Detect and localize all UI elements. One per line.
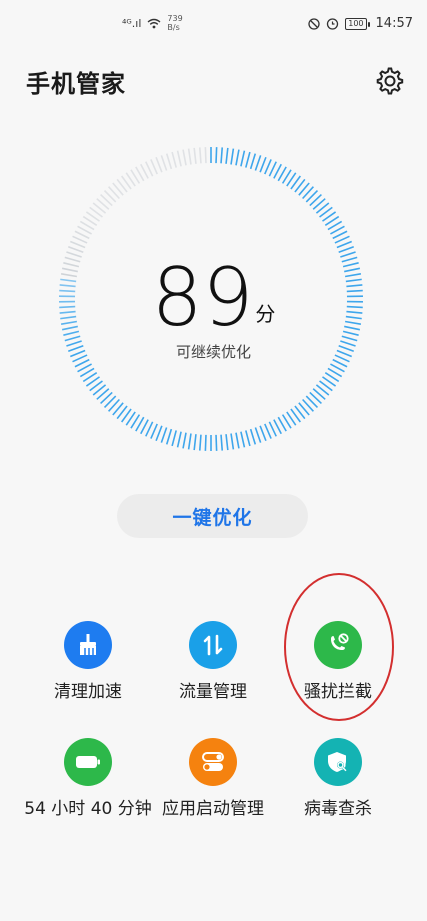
ring-tick — [336, 240, 352, 249]
ring-tick — [338, 245, 355, 253]
ring-tick — [171, 430, 177, 447]
status-bar: ⁴ᴳ.ıl 739 B/s 100 14:57 — [0, 0, 427, 52]
ring-tick — [225, 147, 229, 164]
ring-tick — [245, 151, 251, 168]
ring-tick — [249, 428, 257, 445]
ring-tick — [187, 148, 192, 165]
shield-search-icon — [314, 738, 362, 786]
ring-tick — [145, 161, 154, 177]
ring-tick — [193, 434, 197, 451]
ring-tick — [334, 235, 350, 244]
page-title: 手机管家 — [26, 70, 126, 98]
ring-tick — [259, 425, 267, 442]
ring-tick — [220, 434, 224, 451]
ring-tick — [70, 240, 86, 249]
ring-tick — [198, 434, 202, 451]
ring-tick — [155, 425, 163, 442]
broom-icon — [64, 621, 112, 669]
battery-icon — [64, 738, 112, 786]
tool-label: 54 小时 40 分钟 — [24, 799, 152, 819]
status-indicators: ⁴ᴳ.ıl 739 B/s — [122, 14, 183, 32]
tool-label: 清理加速 — [54, 682, 122, 702]
ring-tick — [150, 159, 158, 175]
ring-tick — [171, 151, 177, 168]
ring-tick — [198, 147, 202, 164]
tool-app-launch-management[interactable]: 应用启动管理 — [143, 738, 283, 821]
tool-battery[interactable]: 54 小时 40 分钟 — [18, 738, 158, 821]
ring-tick — [165, 428, 173, 445]
ring-tick — [225, 434, 229, 451]
ring-tick — [268, 161, 277, 177]
tool-clean-speedup[interactable]: 清理加速 — [18, 621, 158, 704]
tool-label: 应用启动管理 — [162, 799, 264, 819]
ring-tick — [150, 423, 158, 439]
score-subtitle: 可继续优化 — [175, 343, 251, 361]
wifi-icon — [147, 18, 161, 28]
ring-tick — [204, 434, 207, 451]
ring-tick — [264, 159, 272, 175]
ring-tick — [204, 147, 207, 164]
tool-label: 病毒查杀 — [304, 799, 372, 819]
ring-tick — [145, 421, 154, 437]
ring-tick — [176, 431, 182, 448]
alarm-icon — [327, 18, 339, 30]
ring-tick — [182, 149, 187, 166]
ring-tick — [230, 433, 235, 450]
tool-virus-scan[interactable]: 病毒查杀 — [268, 738, 408, 821]
ring-tick — [66, 251, 82, 258]
ring-tick — [155, 156, 163, 173]
ring-tick — [67, 245, 84, 253]
one-click-optimize-button[interactable]: 一键优化 — [117, 494, 308, 538]
ring-tick — [254, 427, 262, 443]
tool-data-management[interactable]: 流量管理 — [143, 621, 283, 704]
ring-tick — [160, 427, 168, 443]
ring-tick — [235, 432, 240, 449]
highlight-annotation — [284, 573, 394, 721]
score-unit: 分 — [255, 302, 276, 326]
ring-tick — [264, 423, 272, 439]
ring-tick — [230, 148, 235, 165]
toggle-switch-icon — [189, 738, 237, 786]
ring-tick — [176, 150, 182, 167]
ring-tick — [160, 155, 168, 171]
ring-tick — [187, 433, 192, 450]
status-right: 100 14:57 — [308, 16, 413, 31]
battery-indicator: 100 — [345, 17, 370, 30]
ring-tick — [259, 156, 267, 173]
ring-tick — [165, 153, 173, 170]
ring-tick — [268, 421, 277, 437]
ring-tick — [72, 235, 88, 244]
ring-tick — [240, 150, 246, 167]
ring-tick — [245, 430, 251, 447]
ring-tick — [249, 153, 257, 170]
do-not-disturb-icon — [308, 17, 320, 30]
ring-tick — [182, 432, 187, 449]
score-display: 89 分 — [0, 258, 427, 338]
ring-tick — [240, 431, 246, 448]
ring-tick — [340, 251, 356, 258]
ring-tick — [215, 147, 218, 164]
data-transfer-icon — [189, 621, 237, 669]
tool-label: 流量管理 — [179, 682, 247, 702]
ring-tick — [193, 147, 197, 164]
ring-tick — [215, 434, 218, 451]
ring-tick — [220, 147, 224, 164]
gear-icon[interactable] — [375, 66, 405, 96]
score-value: 89 — [151, 251, 254, 344]
clock: 14:57 — [375, 16, 413, 31]
ring-tick — [235, 149, 240, 166]
ring-tick — [254, 155, 262, 171]
network-speed: 739 B/s — [167, 14, 183, 32]
signal-icon: ⁴ᴳ.ıl — [122, 16, 142, 30]
